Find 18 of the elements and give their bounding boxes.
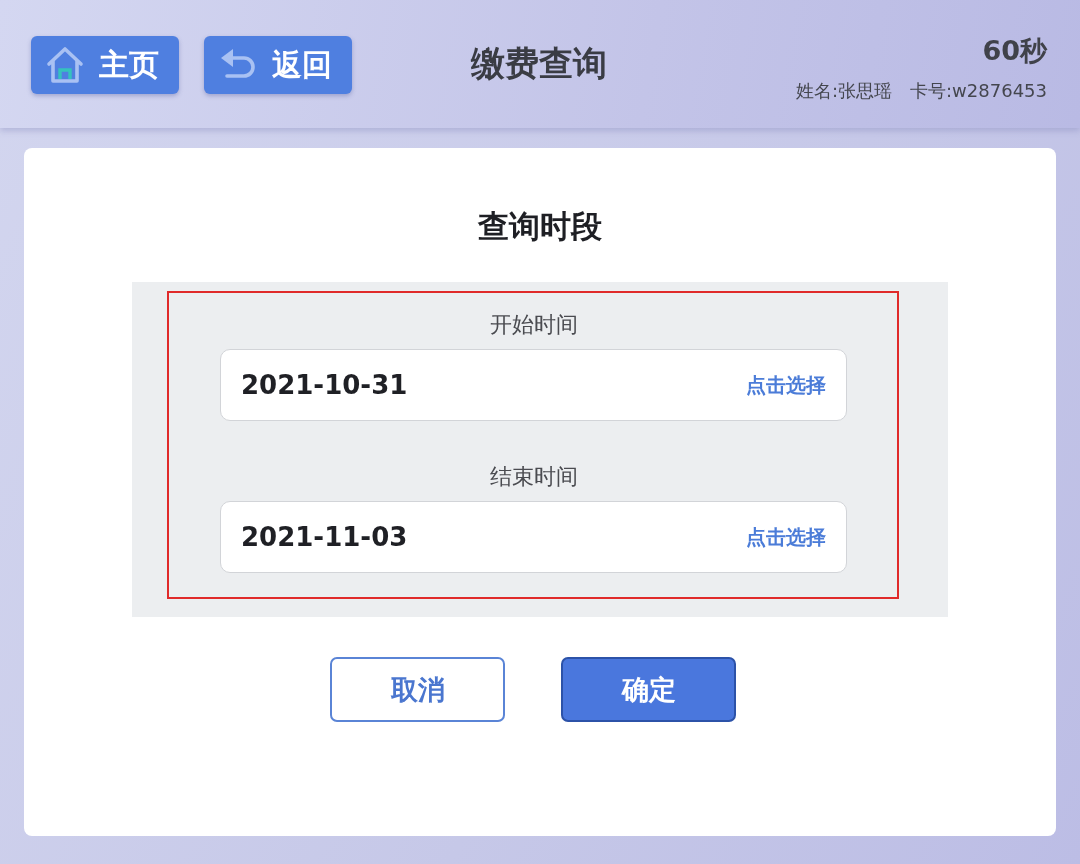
home-button[interactable]: 主页 bbox=[31, 36, 179, 94]
pick-link[interactable]: 点击选择 bbox=[746, 523, 826, 551]
back-button[interactable]: 返回 bbox=[204, 36, 352, 94]
dialog-title: 查询时段 bbox=[478, 207, 602, 246]
user-name: 姓名:张思瑶 bbox=[795, 79, 893, 103]
date-value: 2021-11-03 bbox=[241, 522, 408, 552]
date-field[interactable]: 2021-10-31 点击选择 bbox=[220, 349, 847, 421]
date-value: 2021-10-31 bbox=[241, 370, 408, 400]
pick-link[interactable]: 点击选择 bbox=[746, 371, 826, 399]
field-label: 结束时间 bbox=[489, 463, 578, 491]
card-number: 卡号:w2876453 bbox=[910, 79, 1047, 103]
house-icon bbox=[45, 45, 85, 85]
confirm-button[interactable]: 确定 bbox=[561, 657, 736, 722]
field-label: 开始时间 bbox=[489, 311, 578, 339]
page-title: 缴费查询 bbox=[471, 42, 607, 85]
date-field[interactable]: 2021-11-03 点击选择 bbox=[220, 501, 847, 573]
cancel-button[interactable]: 取消 bbox=[330, 657, 505, 722]
countdown-timer: 60秒 bbox=[982, 34, 1047, 68]
